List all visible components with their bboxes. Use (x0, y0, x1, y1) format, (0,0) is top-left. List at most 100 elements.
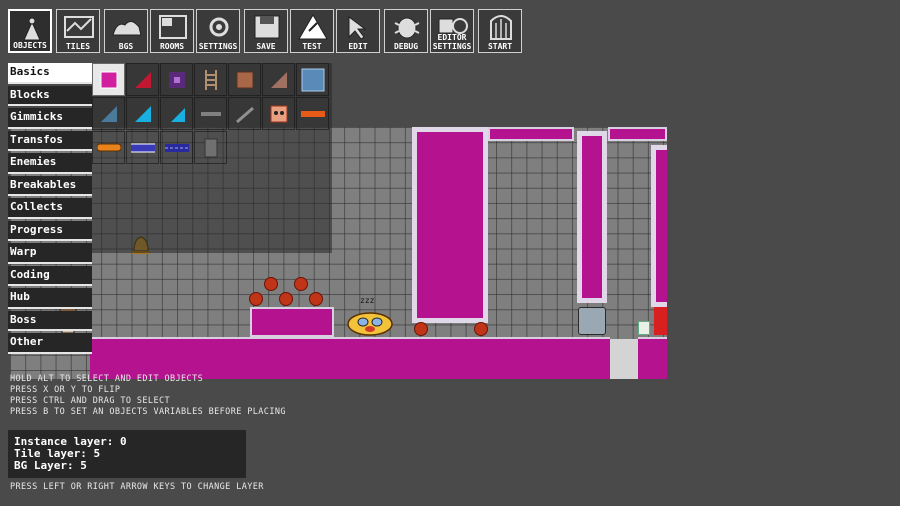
toolbar-button-label: OBJECTS (13, 41, 47, 50)
category-breakables[interactable]: Breakables (8, 175, 92, 196)
toolbar-button-objects[interactable]: OBJECTS (8, 9, 52, 53)
palette-object[interactable] (126, 97, 159, 130)
hint-line: PRESS B TO SET AN OBJECTS VARIABLES BEFO… (10, 407, 286, 417)
palette-object[interactable] (262, 97, 295, 130)
floor-block-right[interactable] (638, 337, 667, 379)
toolbar-button-save[interactable]: SAVE (244, 9, 288, 53)
toolbar-button-label: SAVE (256, 42, 276, 51)
ladder-icon (205, 70, 217, 90)
category-enemies[interactable]: Enemies (8, 153, 92, 174)
palette-object[interactable] (160, 131, 193, 164)
category-warp[interactable]: Warp (8, 243, 92, 264)
toolbar-button-label: SETTINGS (198, 42, 238, 51)
palette-object[interactable] (228, 97, 261, 130)
object-palette (92, 63, 332, 253)
spike-ball[interactable] (264, 277, 278, 291)
palette-object[interactable] (126, 131, 159, 164)
svg-text:zzz: zzz (360, 296, 375, 305)
debug-icon (394, 17, 420, 39)
small-platform[interactable] (250, 307, 334, 337)
bg-layer-label: BG Layer: 5 (14, 459, 87, 472)
palette-object[interactable] (194, 97, 227, 130)
layer-info-panel: Instance layer: 0 Tile layer: 5 BG Layer… (8, 430, 246, 478)
floor-block[interactable] (90, 337, 610, 379)
palette-object[interactable] (194, 63, 227, 96)
spike-ball[interactable] (249, 292, 263, 306)
test-icon (298, 14, 328, 40)
spike-ball[interactable] (309, 292, 323, 306)
grey-diagonal-platform-icon (236, 106, 254, 124)
toolbar-button-editor-settings[interactable]: EDITOR SETTINGS (430, 9, 474, 53)
palette-object[interactable] (126, 63, 159, 96)
category-coding[interactable]: Coding (8, 265, 92, 286)
orange-platform-icon (301, 111, 325, 117)
palette-object[interactable] (194, 131, 227, 164)
hint-line: PRESS CTRL AND DRAG TO SELECT (10, 396, 171, 406)
palette-object[interactable] (160, 63, 193, 96)
thin-pillar[interactable] (577, 131, 607, 303)
category-transfos[interactable]: Transfos (8, 130, 92, 151)
spike-ball[interactable] (414, 322, 428, 336)
palette-object[interactable] (296, 63, 329, 96)
toolbar-button-label: START (487, 42, 513, 51)
toolbar-button-label: TEST (302, 42, 322, 51)
toolbar-button-label: EDIT (348, 42, 368, 51)
category-basics[interactable]: Basics (8, 63, 92, 84)
palette-object[interactable] (262, 63, 295, 96)
palette-object[interactable] (92, 97, 125, 130)
palette-object[interactable] (160, 97, 193, 130)
category-hub[interactable]: Hub (8, 288, 92, 309)
palette-object[interactable] (92, 63, 125, 96)
category-other[interactable]: Other (8, 333, 92, 354)
toolbar-button-debug[interactable]: DEBUG (384, 9, 428, 53)
tiles-icon (64, 16, 94, 38)
right-pillar[interactable] (651, 145, 667, 307)
toolbar-button-bgs[interactable]: BGS (104, 9, 148, 53)
metal-block[interactable] (578, 307, 606, 335)
category-gimmicks[interactable]: Gimmicks (8, 108, 92, 129)
tall-pillar[interactable] (412, 127, 488, 323)
sleeping-pizza-enemy-icon[interactable]: zzz (346, 293, 394, 337)
toolbar-button-test[interactable]: TEST (290, 9, 334, 53)
palette-object[interactable] (92, 131, 125, 164)
category-list: Basics Blocks Gimmicks Transfos Enemies Break… (8, 63, 92, 356)
red-slope-icon (135, 72, 151, 88)
destructible-block-icon (236, 71, 254, 89)
toolbar-button-edit[interactable]: EDIT (336, 9, 380, 53)
cyan-slope-small-icon (171, 108, 185, 122)
spike-ball[interactable] (474, 322, 488, 336)
category-collects[interactable]: Collects (8, 198, 92, 219)
grey-platform-icon (201, 112, 221, 116)
blue-glass-block-icon (301, 68, 325, 92)
objects-icon (23, 17, 41, 41)
orange-spring-icon (97, 143, 121, 152)
toolbar-button-label: EDITOR SETTINGS (432, 33, 472, 51)
top-beam-right[interactable] (608, 127, 667, 141)
grey-slope-icon (101, 106, 117, 122)
spike-ball[interactable] (279, 292, 293, 306)
spike-ball[interactable] (294, 277, 308, 291)
toolbar-button-rooms[interactable]: ROOMS (150, 9, 194, 53)
cyan-slope-icon (135, 106, 151, 122)
palette-object[interactable] (296, 97, 329, 130)
toolbar-button-start[interactable]: START (478, 9, 522, 53)
toolbar-button-settings[interactable]: SETTINGS (196, 9, 240, 53)
toolbar-button-label: ROOMS (159, 42, 185, 51)
brown-slope-icon (271, 72, 287, 88)
checkpoint-icon[interactable] (638, 321, 650, 335)
category-boss[interactable]: Boss (8, 310, 92, 331)
exit-door-icon[interactable] (654, 307, 667, 335)
category-progress[interactable]: Progress (8, 220, 92, 241)
floor-gap-tile[interactable] (610, 339, 638, 379)
top-beam[interactable] (488, 127, 574, 141)
start-icon (490, 15, 512, 40)
palette-object[interactable] (228, 63, 261, 96)
hint-line: HOLD ALT TO SELECT AND EDIT OBJECTS (10, 374, 204, 384)
editor-toolbar: OBJECTS TILES BGS ROOMS SETTINGS SAVE TEST EDIT… (8, 9, 528, 55)
category-blocks[interactable]: Blocks (8, 85, 92, 106)
blue-conveyor-arrows-icon (165, 144, 189, 152)
toolbar-button-tiles[interactable]: TILES (56, 9, 100, 53)
grey-door-icon (204, 138, 218, 158)
settings-icon (209, 17, 229, 37)
edit-icon (348, 16, 367, 40)
